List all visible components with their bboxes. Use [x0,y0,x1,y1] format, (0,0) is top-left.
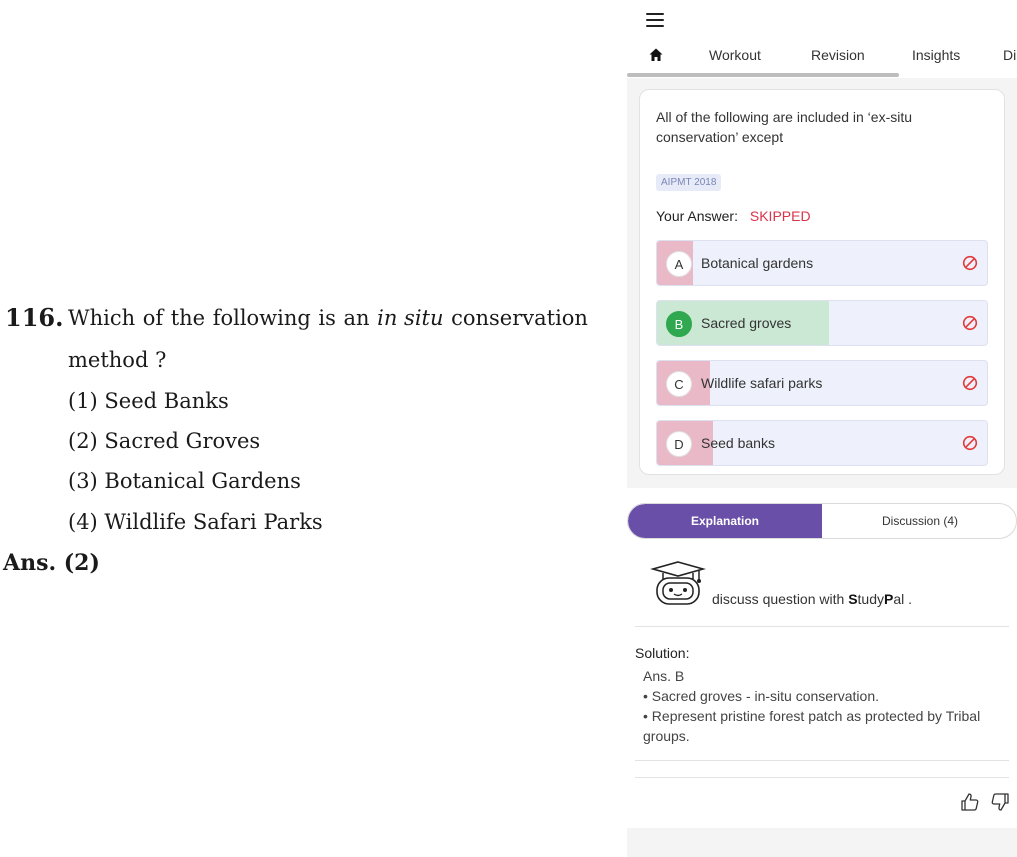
solution-line: Ans. B [643,668,685,684]
exam-tag: AIPMT 2018 [656,174,722,191]
ban-icon [962,435,978,451]
question-word: an [343,306,370,330]
option-a[interactable]: A Botanical gardens [656,240,988,286]
question-number: 116. [5,303,64,332]
scan-option-2: (2) Sacred Groves [68,429,261,453]
tab-discussion[interactable]: Discussion (4) [822,504,1016,538]
tab-workout[interactable]: Workout [709,47,761,63]
question-text: All of the following are included in ‘ex… [656,109,913,145]
ban-icon [962,255,978,271]
solution-line: • Sacred groves - in-situ conservation. [643,688,880,704]
question-word-italic: in situ [377,306,444,330]
question-text-line-2: method ? [68,348,167,372]
studypal-link[interactable]: discuss question with StudyPal . [712,591,912,607]
option-letter: B [666,311,692,337]
studypal-prefix: discuss question with [712,591,849,607]
option-label: Seed banks [701,435,775,451]
solution-body: Ans. B • Sacred groves - in-situ conserv… [643,666,993,746]
your-answer-status: SKIPPED [749,208,811,224]
option-label: Wildlife safari parks [701,375,823,391]
studypal-al: al . [893,591,913,607]
question-text-line-1: Which of the following is an in situ con… [68,306,588,330]
option-d[interactable]: D Seed banks [656,420,988,466]
tab-explanation[interactable]: Explanation [628,504,822,538]
scan-option-1: (1) Seed Banks [68,389,229,413]
your-answer-label: Your Answer: [656,208,738,224]
scan-answer: Ans. (2) [3,550,100,576]
option-letter: C [666,371,692,397]
studypal-tudy: tudy [857,591,884,607]
thumbs-up-icon[interactable] [960,792,980,812]
option-b[interactable]: B Sacred groves [656,300,988,346]
divider [635,626,1009,627]
question-word: is [318,306,336,330]
scan-option-4: (4) Wildlife Safari Parks [68,510,323,534]
divider [635,760,1009,761]
practice-panel: Workout Revision Insights Di All of the … [627,0,1017,857]
home-icon[interactable] [648,47,664,63]
question-card-area: All of the following are included in ‘ex… [627,78,1017,488]
tab-revision[interactable]: Revision [811,47,865,63]
tab-insights[interactable]: Insights [912,47,960,63]
question-word: the [170,306,206,330]
question-word: following [212,306,311,330]
question-word: of [142,306,164,330]
option-letter: A [666,251,692,277]
tab-bar: Workout Revision Insights Di [627,40,1017,77]
studypal-robot-icon[interactable] [649,560,707,606]
solution-line: • Represent pristine forest patch as pro… [643,708,981,744]
thumbs-down-icon[interactable] [990,792,1010,812]
option-label: Sacred groves [701,315,792,331]
solution-heading: Solution: [635,645,690,661]
ban-icon [962,315,978,331]
ban-icon [962,375,978,391]
question-card: All of the following are included in ‘ex… [639,89,1005,475]
divider [635,777,1009,778]
question-word: Which [68,306,136,330]
footer-bar [627,828,1017,857]
studypal-p: P [884,591,894,607]
option-label: Botanical gardens [701,255,814,271]
tab-underline [627,73,899,77]
studypal-s: S [848,591,858,607]
hamburger-menu-icon[interactable] [646,13,664,27]
option-letter: D [666,431,692,457]
explanation-discussion-switch: Explanation Discussion (4) [627,503,1017,539]
your-answer: Your Answer: SKIPPED [656,208,811,224]
option-c[interactable]: C Wildlife safari parks [656,360,988,406]
question-word: conservation [451,306,588,330]
scan-option-3: (3) Botanical Gardens [68,469,301,493]
question-scan: 116. Which of the following is an in sit… [0,0,627,857]
tab-di[interactable]: Di [1003,47,1016,63]
